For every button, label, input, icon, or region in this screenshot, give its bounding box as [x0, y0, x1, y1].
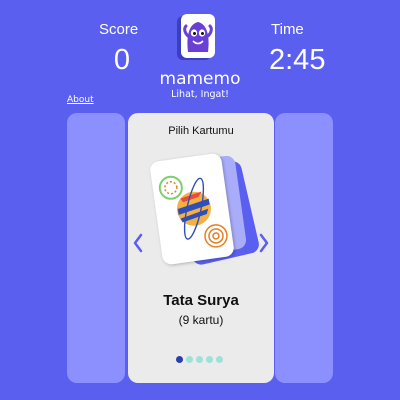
next-deck-panel[interactable]	[275, 113, 333, 383]
pagination-dot[interactable]	[186, 356, 193, 363]
deck-select-card[interactable]: Pilih Kartumu Tata Surya (9 kartu)	[128, 113, 274, 383]
deck-front-card[interactable]	[149, 152, 235, 266]
previous-deck-panel[interactable]	[67, 113, 125, 383]
app-name: mamemo	[159, 69, 241, 89]
score-value: 0	[113, 44, 131, 76]
pagination-dot[interactable]	[196, 356, 203, 363]
pagination-dot[interactable]	[216, 356, 223, 363]
time-value: 2:45	[269, 44, 326, 76]
planet-icon	[158, 175, 228, 248]
time-label: Time	[271, 21, 304, 38]
deck-card-count: (9 kartu)	[178, 313, 224, 327]
deck-name: Tata Surya	[163, 292, 239, 309]
chevron-left-icon[interactable]	[131, 232, 145, 254]
card-heading: Pilih Kartumu	[168, 125, 234, 137]
pagination-dot[interactable]	[206, 356, 213, 363]
chevron-right-icon[interactable]	[257, 232, 271, 254]
pagination-dot[interactable]	[176, 356, 183, 363]
app-tagline: Lihat, Ingat!	[171, 89, 229, 100]
mascot-card-icon	[181, 14, 215, 58]
score-label: Score	[99, 21, 139, 38]
about-link[interactable]: About	[67, 95, 94, 105]
pagination-dots	[176, 356, 223, 363]
